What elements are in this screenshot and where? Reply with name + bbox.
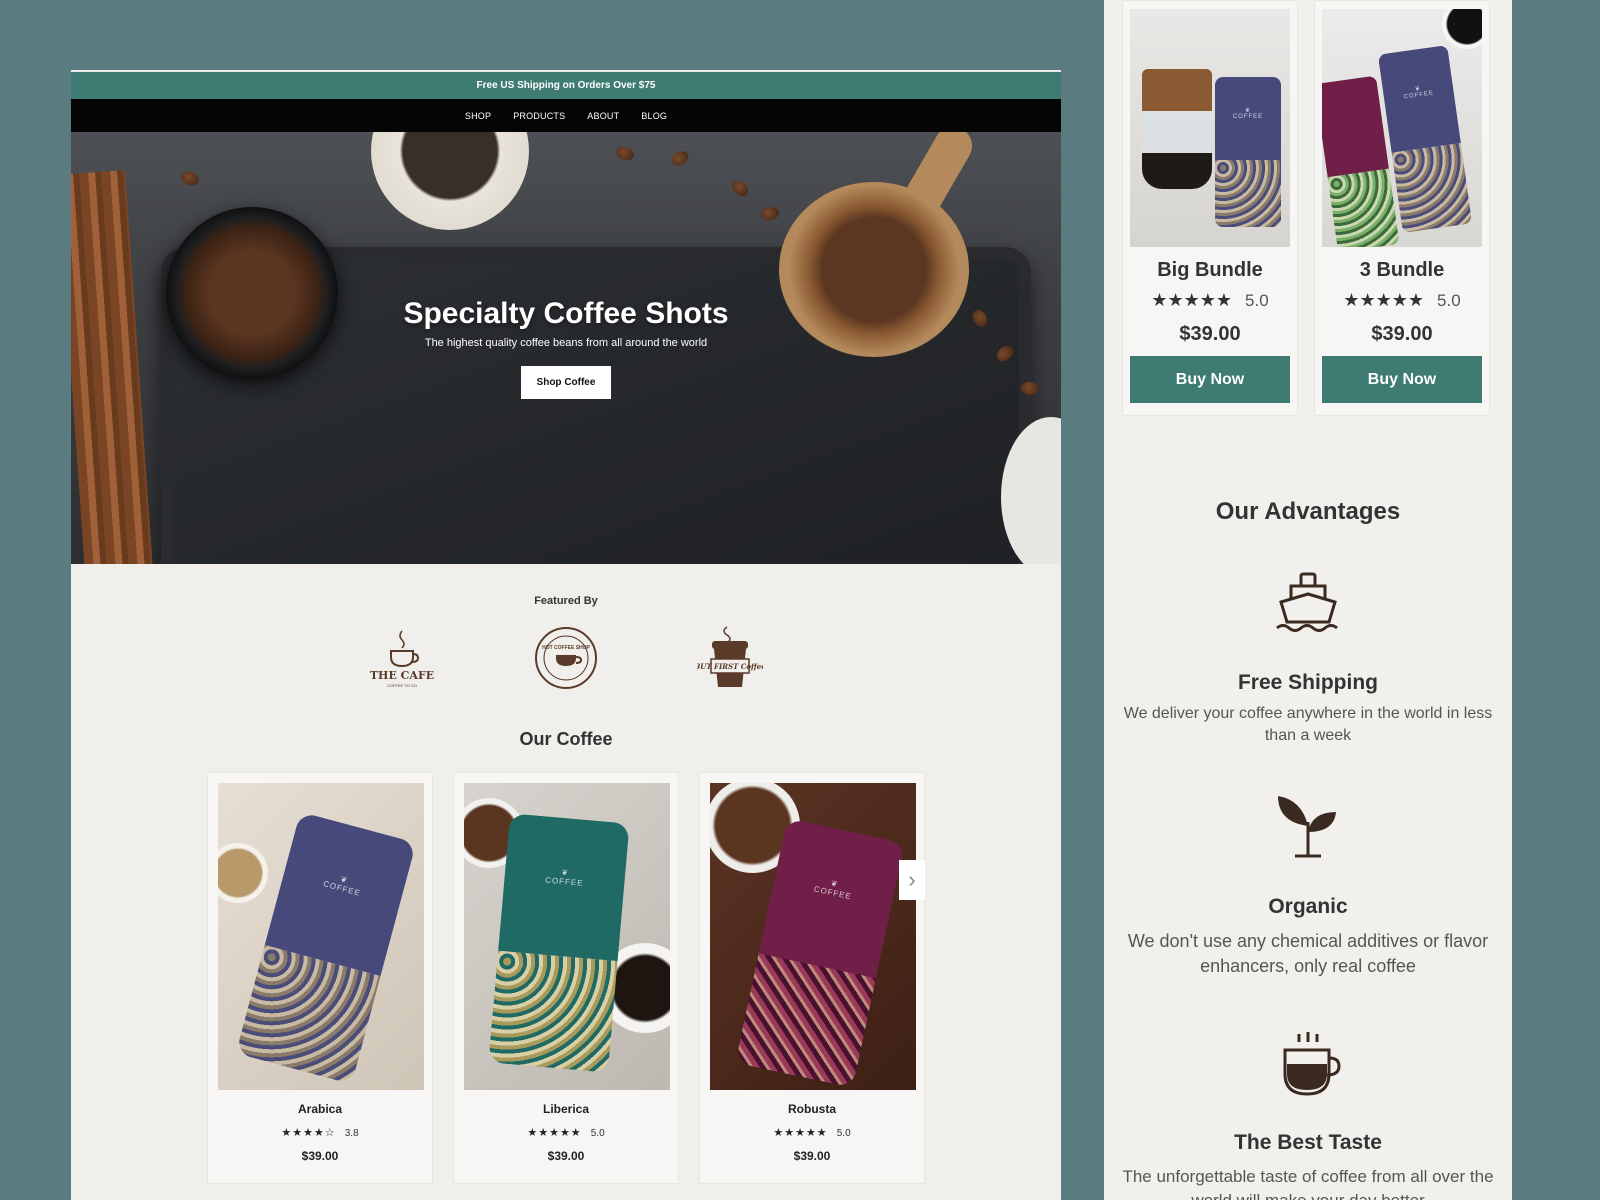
- rating-value: 5.0: [1437, 291, 1461, 310]
- logo-subtext: COFFEE TO GO: [387, 683, 417, 688]
- announcement-bar: Free US Shipping on Orders Over $75: [71, 72, 1061, 99]
- hero-banner: Specialty Coffee Shots The highest quali…: [71, 132, 1061, 564]
- product-card-arabica[interactable]: ❦ COFFEE Arabica ★★★★☆ 3.8 $39.00: [207, 772, 433, 1184]
- advantage-title: Free Shipping: [1237, 671, 1378, 694]
- advantage-title: Organic: [1268, 895, 1348, 918]
- espresso-cup-image: [371, 132, 529, 230]
- logo-text-hot-coffee: HOT COFFEE SHOP: [542, 645, 590, 651]
- product-image-liberica: ❦ COFFEE: [464, 783, 670, 1090]
- main-nav: SHOP PRODUCTS ABOUT BLOG: [71, 99, 1061, 132]
- logo-text-coffee: BUT FIRST Coffee: [697, 662, 763, 671]
- coffee-cup-icon: [1283, 1032, 1341, 1096]
- advantage-best-taste: The Best Taste The unforgettable taste o…: [1114, 1030, 1502, 1200]
- nav-shop[interactable]: SHOP: [465, 111, 491, 121]
- bundle-price: $39.00: [1179, 323, 1241, 345]
- hero-content: Specialty Coffee Shots The highest quali…: [71, 297, 1061, 399]
- advantage-organic: Organic We don't use any chemical additi…: [1114, 792, 1502, 979]
- buy-now-button[interactable]: Buy Now: [1322, 356, 1482, 403]
- sprout-icon: [1278, 796, 1336, 858]
- star-rating-icon: ★★★★★: [527, 1127, 582, 1139]
- advantages-title: Our Advantages: [1215, 498, 1401, 525]
- bundle-rating: ★★★★★ 5.0: [1315, 290, 1489, 311]
- coffee-carousel: ❦ COFFEE Arabica ★★★★☆ 3.8 $39.00 ❦ COFFEE: [71, 772, 1061, 1184]
- coffee-bag: ❦ COFFEE: [235, 811, 417, 1085]
- product-name[interactable]: Arabica: [218, 1102, 422, 1116]
- coffee-cup: [1442, 9, 1482, 49]
- bundle-image-big: ❦ COFFEE: [1130, 9, 1290, 247]
- announcement-text: Free US Shipping on Orders Over $75: [476, 80, 656, 91]
- bundle-card-big[interactable]: ❦ COFFEE Big Bundle ★★★★★ 5.0 $39.00 Buy …: [1122, 0, 1298, 416]
- product-card-robusta[interactable]: ❦ COFFEE Robusta ★★★★★ 5.0 $39.00: [699, 772, 925, 1184]
- rating-value: 5.0: [1245, 291, 1269, 310]
- product-image-arabica: ❦ COFFEE: [218, 783, 424, 1090]
- product-name[interactable]: Robusta: [710, 1102, 914, 1116]
- rating-value: 5.0: [590, 1128, 605, 1139]
- nav-blog[interactable]: BLOG: [641, 111, 667, 121]
- left-page-mockup: Free US Shipping on Orders Over $75 SHOP…: [71, 70, 1061, 1200]
- nav-products[interactable]: PRODUCTS: [513, 111, 565, 121]
- star-rating-icon: ★★★★★: [773, 1127, 828, 1139]
- our-coffee-title: Our Coffee: [519, 729, 613, 749]
- advantage-desc: The unforgettable taste of coffee from a…: [1122, 1167, 1494, 1200]
- bean: [728, 177, 752, 200]
- bean: [668, 148, 692, 169]
- product-image-robusta: ❦ COFFEE: [710, 783, 916, 1090]
- advantage-desc: We don't use any chemical additives or f…: [1127, 931, 1489, 977]
- bundle-rating: ★★★★★ 5.0: [1123, 290, 1297, 311]
- coffee-bag: ❦ COFFEE: [1215, 77, 1281, 227]
- hero-title: Specialty Coffee Shots: [403, 297, 729, 330]
- advantage-free-shipping: Free Shipping We deliver your coffee any…: [1114, 568, 1502, 748]
- product-price: $39.00: [547, 1149, 585, 1163]
- bundle-price: $39.00: [1371, 323, 1433, 345]
- bundle-image-3: ❦ COFFEE: [1322, 9, 1482, 247]
- bean: [179, 169, 201, 188]
- bundle-name[interactable]: Big Bundle: [1123, 259, 1297, 282]
- product-price: $39.00: [793, 1149, 831, 1163]
- product-name[interactable]: Liberica: [464, 1102, 668, 1116]
- cafe-cup-icon: THE CAFE COFFEE TO GO: [370, 630, 434, 688]
- right-page-mockup: ❦ COFFEE Big Bundle ★★★★★ 5.0 $39.00 Buy …: [1104, 0, 1512, 1200]
- green-beans-bowl: [218, 843, 268, 903]
- product-price: $39.00: [301, 1149, 339, 1163]
- star-rating-icon: ★★★★★: [1343, 290, 1425, 310]
- buy-now-button[interactable]: Buy Now: [1130, 356, 1290, 403]
- product-rating: ★★★★★ 5.0: [710, 1126, 914, 1139]
- bundle-card-3[interactable]: ❦ COFFEE 3 Bundle ★★★★★ 5.0 $39.00 Buy No…: [1314, 0, 1490, 416]
- nav-about[interactable]: ABOUT: [587, 111, 619, 121]
- rating-value: 5.0: [836, 1128, 851, 1139]
- rating-value: 3.8: [344, 1128, 359, 1139]
- bean: [760, 205, 780, 222]
- ship-icon: [1276, 572, 1338, 632]
- coffee-dripper: [1142, 69, 1212, 189]
- advantage-desc: We deliver your coffee anywhere in the w…: [1123, 705, 1493, 745]
- hot-coffee-badge-icon: HOT COFFEE SHOP: [535, 627, 597, 689]
- coffee-takeaway-icon: BUT FIRST Coffee: [697, 626, 763, 687]
- coffee-bag: ❦ COFFEE: [488, 813, 630, 1073]
- bean: [614, 144, 636, 163]
- shop-coffee-button[interactable]: Shop Coffee: [520, 366, 612, 399]
- featured-logos: THE CAFE COFFEE TO GO HOT COFFEE SHOP BU…: [71, 625, 1061, 691]
- advantage-title: The Best Taste: [1234, 1131, 1382, 1154]
- featured-by-label: Featured By: [534, 595, 598, 607]
- product-rating: ★★★★★ 5.0: [464, 1126, 668, 1139]
- hero-subtitle: The highest quality coffee beans from al…: [424, 337, 708, 349]
- logo-text-the-cafe: THE CAFE: [370, 669, 434, 682]
- bundle-name[interactable]: 3 Bundle: [1315, 259, 1489, 282]
- chevron-right-icon[interactable]: ›: [899, 860, 925, 900]
- product-rating: ★★★★☆ 3.8: [218, 1126, 422, 1139]
- product-card-liberica[interactable]: ❦ COFFEE Liberica ★★★★★ 5.0 $39.00: [453, 772, 679, 1184]
- star-rating-icon: ★★★★★: [1151, 290, 1233, 310]
- star-rating-icon: ★★★★☆: [281, 1127, 336, 1139]
